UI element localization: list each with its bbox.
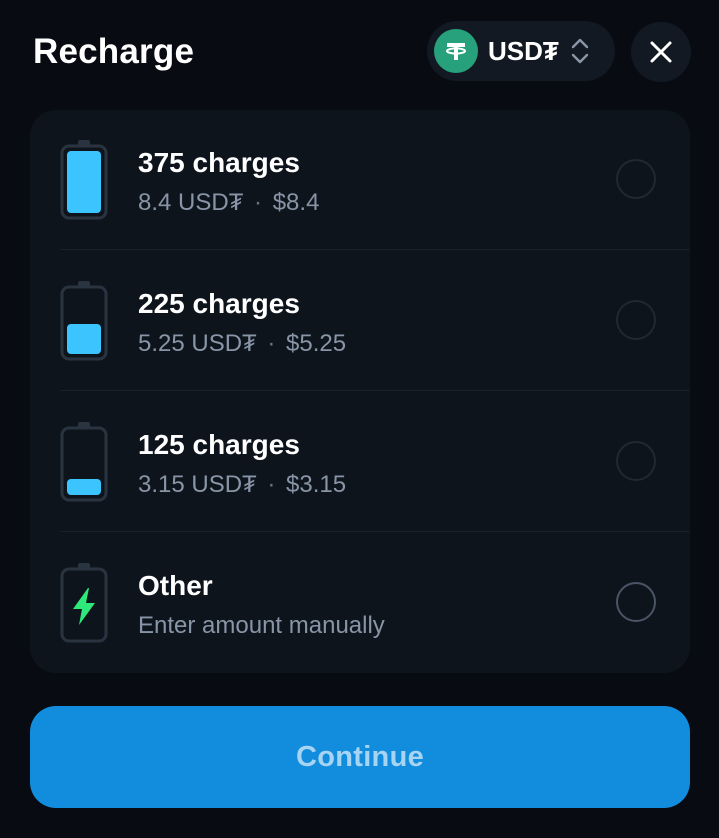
option-125-charges[interactable]: 125 charges 3.15 USD₮ · $3.15 [30, 392, 690, 532]
recharge-options-list: 375 charges 8.4 USD₮ · $8.4 225 charges … [30, 110, 690, 673]
option-usd: $3.15 [286, 471, 347, 498]
option-225-charges[interactable]: 225 charges 5.25 USD₮ · $5.25 [30, 251, 690, 391]
chevron-up-down-icon [569, 36, 591, 66]
option-radio[interactable] [616, 300, 656, 340]
option-radio[interactable] [616, 582, 656, 622]
currency-label: USD₮ [488, 35, 559, 66]
option-title: 125 charges [138, 429, 300, 460]
option-subtitle: Enter amount manually [138, 612, 385, 639]
option-amount: 3.15 USD₮ [138, 471, 257, 498]
option-amount: 5.25 USD₮ [138, 330, 257, 357]
option-price: 5.25 USD₮ · $5.25 [138, 330, 347, 357]
close-button[interactable] [631, 22, 691, 82]
battery-low-icon [60, 422, 108, 502]
lightning-icon [60, 563, 108, 643]
divider [60, 390, 690, 391]
battery-medium-icon [60, 281, 108, 361]
divider [60, 249, 690, 250]
option-title: Other [138, 570, 213, 601]
option-price: 3.15 USD₮ · $3.15 [138, 471, 347, 498]
option-usd: $8.4 [272, 189, 320, 216]
option-other[interactable]: Other Enter amount manually [30, 533, 690, 673]
tether-icon [434, 29, 478, 73]
continue-button[interactable]: Continue [30, 706, 690, 808]
option-usd: $5.25 [286, 330, 347, 357]
option-radio[interactable] [616, 441, 656, 481]
divider [60, 531, 690, 532]
header: Recharge USD₮ [0, 0, 719, 104]
currency-selector[interactable]: USD₮ [427, 21, 615, 81]
close-icon [650, 41, 672, 63]
option-amount: 8.4 USD₮ [138, 189, 244, 216]
page-title: Recharge [33, 32, 195, 71]
option-radio[interactable] [616, 159, 656, 199]
option-375-charges[interactable]: 375 charges 8.4 USD₮ · $8.4 [30, 110, 690, 250]
option-price: 8.4 USD₮ · $8.4 [138, 189, 320, 216]
option-title: 225 charges [138, 288, 300, 319]
battery-full-icon [60, 140, 108, 220]
option-title: 375 charges [138, 147, 300, 178]
